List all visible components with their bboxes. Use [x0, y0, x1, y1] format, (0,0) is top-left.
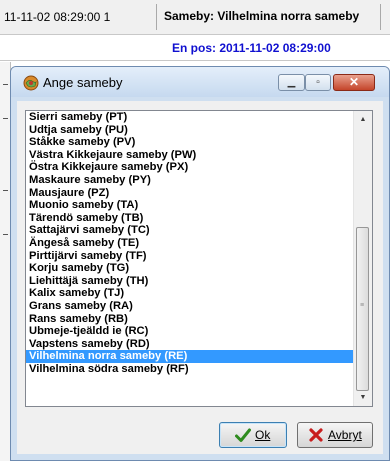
list-item[interactable]: Kalix sameby (TJ) — [26, 287, 355, 300]
checkmark-icon — [235, 428, 251, 442]
list-item[interactable]: Muonio sameby (TA) — [26, 199, 355, 212]
toolbar-divider — [380, 4, 381, 30]
scrollbar-thumb[interactable]: ≡ — [356, 227, 369, 391]
minimize-button[interactable]: ▁ — [278, 74, 305, 91]
dialog-body: Sierri sameby (PT) Udtja sameby (PU) Stå… — [17, 101, 383, 454]
list-item[interactable]: Vilhelmina norra sameby (RE) — [26, 350, 355, 363]
sameby-list[interactable]: Sierri sameby (PT) Udtja sameby (PU) Stå… — [26, 111, 355, 406]
ok-button[interactable]: Ok — [219, 422, 287, 448]
position-text: En pos: 2011-11-02 08:29:00 — [172, 41, 331, 55]
maximize-button[interactable]: ▫ — [305, 74, 331, 91]
list-item[interactable]: Sierri sameby (PT) — [26, 111, 355, 124]
minimize-icon: ▁ — [287, 77, 296, 88]
list-item[interactable]: Rans sameby (RB) — [26, 313, 355, 326]
close-icon: ✕ — [348, 75, 360, 89]
list-item[interactable]: Pirttijärvi sameby (TF) — [26, 250, 355, 263]
list-item[interactable]: Mausjaure (PZ) — [26, 187, 355, 200]
panel-tick — [3, 84, 8, 85]
toolbar-divider — [156, 4, 157, 30]
list-scrollbar[interactable]: ▲ ≡ ▼ — [353, 111, 372, 406]
list-item[interactable]: Tärendö sameby (TB) — [26, 212, 355, 225]
ok-button-label: Ok — [255, 428, 271, 442]
cancel-button-label: Avbryt — [328, 428, 362, 442]
ange-sameby-dialog: Ange sameby ▁ ▫ ✕ Sierri sameby (PT) Udt… — [10, 66, 390, 461]
dialog-title: Ange sameby — [43, 75, 123, 90]
list-item[interactable]: Ubmeje-tjeäldd ie (RC) — [26, 325, 355, 338]
list-item[interactable]: Udtja sameby (PU) — [26, 124, 355, 137]
scroll-down-arrow-icon[interactable]: ▼ — [354, 389, 372, 406]
list-item[interactable]: Ängeså sameby (TE) — [26, 237, 355, 250]
list-item[interactable]: Sattajärvi sameby (TC) — [26, 224, 355, 237]
panel-tick — [3, 190, 8, 191]
scroll-up-arrow-icon[interactable]: ▲ — [354, 111, 372, 128]
grip-icon: ≡ — [360, 302, 365, 309]
sameby-listbox[interactable]: Sierri sameby (PT) Udtja sameby (PU) Stå… — [25, 110, 373, 407]
divider — [0, 60, 390, 61]
panel-tick — [3, 118, 8, 119]
screen: 11-11-02 08:29:00 1 Sameby: Vilhelmina n… — [0, 0, 390, 461]
toolbar-sameby-label: Sameby: Vilhelmina norra sameby — [164, 9, 360, 23]
app-toolbar: 11-11-02 08:29:00 1 Sameby: Vilhelmina n… — [0, 0, 390, 35]
toolbar-timestamp: 11-11-02 08:29:00 1 — [4, 10, 111, 24]
list-item[interactable]: Ståkke sameby (PV) — [26, 136, 355, 149]
dialog-titlebar[interactable]: Ange sameby ▁ ▫ ✕ — [11, 67, 389, 97]
list-item[interactable]: Korju sameby (TG) — [26, 262, 355, 275]
close-button[interactable]: ✕ — [333, 74, 375, 91]
list-item[interactable]: Grans sameby (RA) — [26, 300, 355, 313]
red-x-icon — [309, 428, 323, 442]
list-item[interactable]: Maskaure sameby (PY) — [26, 174, 355, 187]
cancel-button[interactable]: Avbryt — [297, 422, 373, 448]
panel-tick — [3, 234, 8, 235]
list-item[interactable]: Vapstens sameby (RD) — [26, 338, 355, 351]
list-item[interactable]: Liehittäjä sameby (TH) — [26, 275, 355, 288]
maximize-icon: ▫ — [316, 77, 320, 88]
list-item[interactable]: Västra Kikkejaure sameby (PW) — [26, 149, 355, 162]
list-item[interactable]: Östra Kikkejaure sameby (PX) — [26, 161, 355, 174]
list-item[interactable]: Vilhelmina södra sameby (RF) — [26, 363, 355, 376]
position-bar: En pos: 2011-11-02 08:29:00 — [0, 35, 390, 61]
map-icon — [23, 75, 39, 91]
